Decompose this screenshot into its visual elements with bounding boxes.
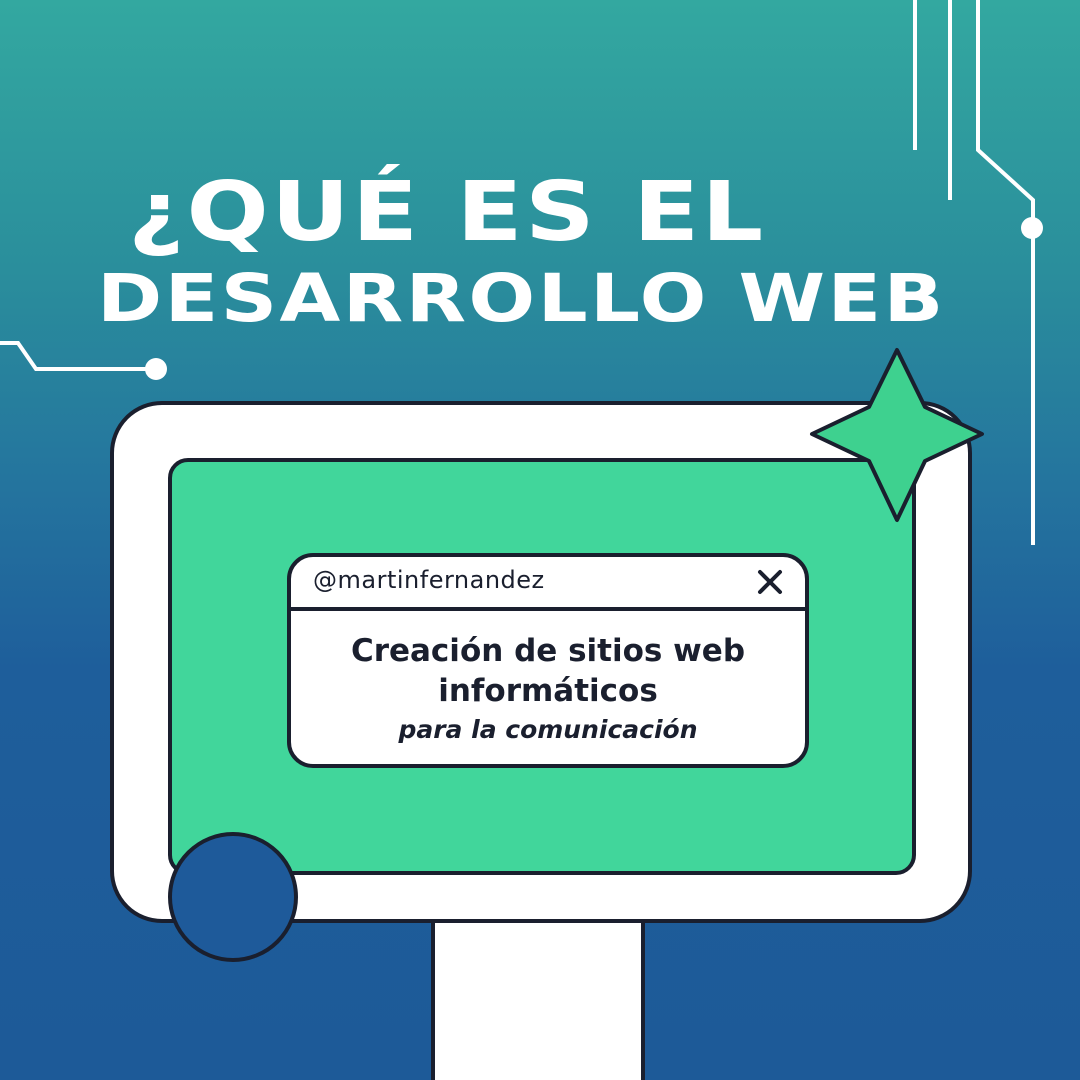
decoration-layer — [0, 0, 1043, 1080]
popup-header: @martinfernandez — [291, 557, 805, 611]
popup-heading-line2: informáticos — [438, 673, 658, 709]
popup-subheading: para la comunicación — [398, 715, 698, 744]
popup-heading-line1: Creación de sitios web — [350, 633, 746, 669]
close-icon[interactable] — [755, 567, 785, 597]
popup-window: @martinfernandez Creación de sitios web … — [287, 553, 809, 768]
popup-handle: @martinfernandez — [313, 566, 545, 594]
popup-body: Creación de sitios web informáticos para… — [291, 611, 805, 744]
circuit-line-left — [0, 341, 150, 371]
monitor-stand — [431, 914, 645, 1080]
post-canvas: ¿QUÉ ES EL DESARROLLO WEB @martinfernand… — [0, 0, 1080, 1080]
title-line-2: DESARROLLO WEB — [97, 260, 946, 337]
decorative-circle — [168, 832, 298, 962]
title-line-1: ¿QUÉ ES EL — [128, 165, 766, 260]
circuit-node-left — [145, 358, 167, 380]
